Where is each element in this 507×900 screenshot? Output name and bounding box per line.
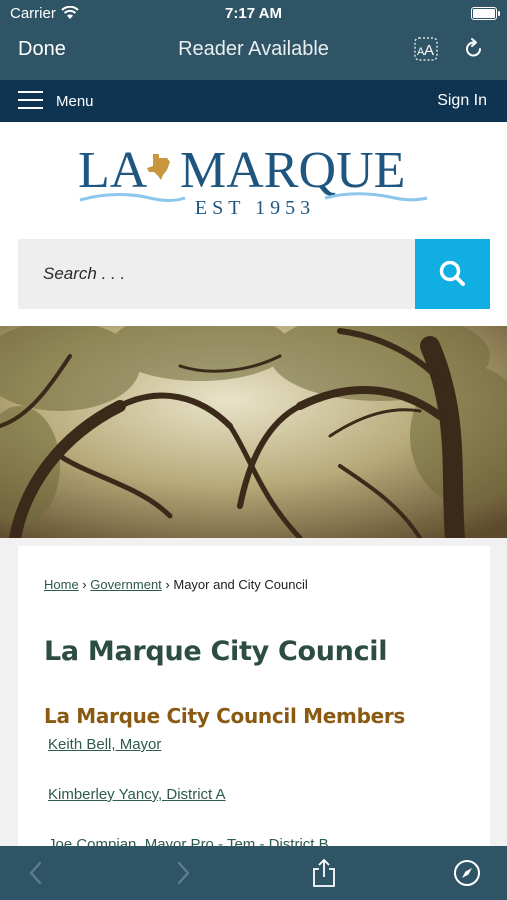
- svg-text:LA: LA: [78, 142, 148, 199]
- hero-image: [0, 326, 507, 538]
- breadcrumb-separator: ›: [78, 577, 91, 592]
- browser-bottom-toolbar: [0, 846, 507, 900]
- compass-button[interactable]: [452, 858, 482, 888]
- svg-text:EST 1953: EST 1953: [195, 197, 315, 219]
- site-nav-bar: Menu Sign In: [0, 80, 507, 122]
- search-input[interactable]: [18, 239, 415, 309]
- text-size-icon[interactable]: A A: [414, 37, 438, 61]
- breadcrumb-separator: ›: [161, 577, 174, 592]
- clock: 7:17 AM: [225, 5, 282, 22]
- la-marque-logo[interactable]: LA MARQUE EST 1953: [75, 132, 435, 222]
- content-card: Home › Government › Mayor and City Counc…: [18, 546, 490, 856]
- browser-top-bar: Carrier 7:17 AM Done Reader Available A …: [0, 0, 507, 80]
- chevron-right-icon: [177, 861, 190, 885]
- members-heading: La Marque City Council Members: [44, 704, 406, 728]
- breadcrumb-government-link[interactable]: Government: [90, 577, 162, 592]
- menu-label[interactable]: Menu: [56, 93, 94, 110]
- back-button[interactable]: [22, 858, 52, 888]
- battery-icon: [471, 7, 500, 20]
- breadcrumb: Home › Government › Mayor and City Counc…: [44, 577, 308, 592]
- share-button[interactable]: [309, 858, 339, 888]
- sign-in-link[interactable]: Sign In: [437, 92, 487, 110]
- search-bar: [18, 239, 490, 309]
- hamburger-menu-icon[interactable]: [18, 90, 44, 110]
- chevron-left-icon: [29, 861, 42, 885]
- svg-text:A: A: [424, 42, 434, 59]
- breadcrumb-home-link[interactable]: Home: [44, 577, 79, 592]
- status-bar: Carrier 7:17 AM: [0, 0, 507, 28]
- search-icon: [439, 260, 465, 286]
- compass-icon: [454, 860, 480, 886]
- page-title: La Marque City Council: [44, 636, 388, 667]
- search-button[interactable]: [415, 239, 490, 309]
- member-link[interactable]: Keith Bell, Mayor: [48, 736, 161, 753]
- forward-button[interactable]: [167, 858, 197, 888]
- member-link[interactable]: Kimberley Yancy, District A: [48, 786, 226, 803]
- logo-area: LA MARQUE EST 1953: [0, 122, 507, 234]
- breadcrumb-current: Mayor and City Council: [173, 577, 308, 592]
- reload-icon[interactable]: [462, 37, 486, 61]
- svg-text:MARQUE: MARQUE: [180, 142, 405, 199]
- share-icon: [313, 858, 335, 887]
